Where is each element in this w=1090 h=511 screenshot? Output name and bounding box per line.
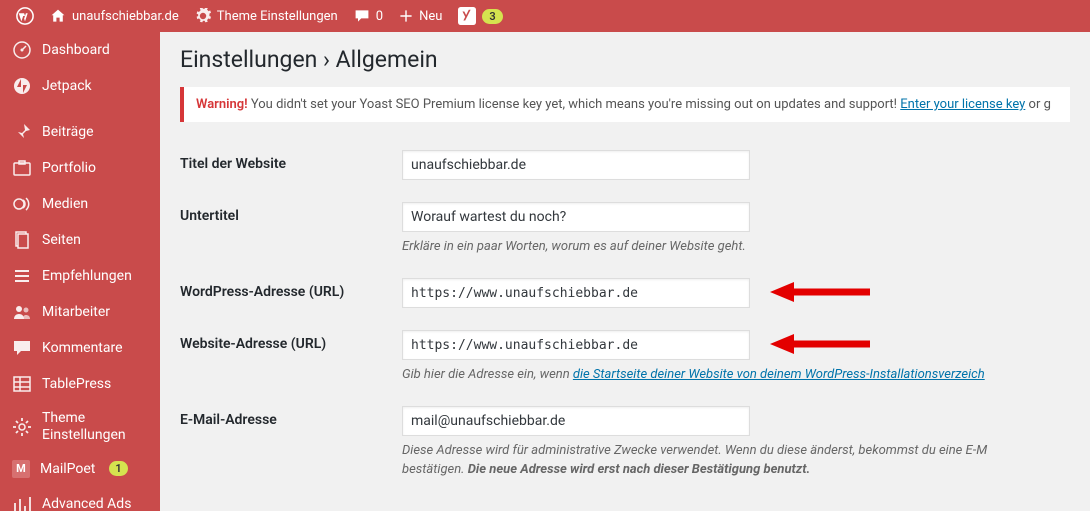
theme-settings-link[interactable]: Theme Einstellungen [187, 0, 346, 32]
comments-link[interactable]: 0 [346, 0, 391, 32]
sidebar-item-tablepress[interactable]: TablePress [0, 366, 160, 402]
sidebar-item-label: MailPoet [40, 461, 95, 477]
sidebar-item-label: Medien [42, 196, 88, 212]
table-icon [12, 374, 32, 394]
sidebar-item-label: Dashboard [42, 42, 110, 58]
site-url-label: Website-Adresse (URL) [180, 330, 402, 352]
arrow-annotation-icon [770, 281, 870, 303]
email-input[interactable] [402, 406, 750, 436]
page-icon [12, 230, 32, 250]
mailpoet-icon: M [12, 460, 30, 478]
sidebar-item-label: Jetpack [42, 78, 92, 94]
comments-icon [12, 338, 32, 358]
field-row-tagline: Untertitel Erkläre in ein paar Worten, w… [180, 202, 1070, 256]
sidebar-item-pages[interactable]: Seiten [0, 222, 160, 258]
warning-notice: Warning! You didn't set your Yoast SEO P… [180, 87, 1070, 122]
field-row-site-url: Website-Adresse (URL) Gib hier die Adres… [180, 330, 1070, 384]
users-icon [12, 302, 32, 322]
sidebar-item-label: Mitarbeiter [42, 304, 110, 320]
chart-icon [12, 494, 32, 511]
list-icon [12, 266, 32, 286]
home-icon [50, 8, 66, 24]
email-description: Diese Adresse wird für administrative Zw… [402, 442, 1070, 478]
admin-sidebar: Dashboard Jetpack Beiträge Portfolio Med… [0, 32, 160, 511]
sidebar-item-dashboard[interactable]: Dashboard [0, 32, 160, 68]
gear-icon [195, 8, 211, 24]
sidebar-item-label: Advanced Ads [42, 496, 131, 511]
wp-logo-menu[interactable] [8, 0, 42, 32]
yoast-icon [458, 7, 476, 25]
jetpack-icon [12, 76, 32, 96]
sidebar-item-portfolio[interactable]: Portfolio [0, 150, 160, 186]
site-title-input[interactable] [402, 150, 750, 180]
pin-icon [12, 122, 32, 142]
tagline-label: Untertitel [180, 202, 402, 224]
gear-icon [12, 417, 32, 437]
sidebar-item-theme-settings[interactable]: Theme Einstellungen [0, 402, 160, 452]
comments-count: 0 [376, 9, 383, 24]
wp-url-label: WordPress-Adresse (URL) [180, 278, 402, 300]
new-content-link[interactable]: Neu [391, 0, 450, 32]
sidebar-item-posts[interactable]: Beiträge [0, 114, 160, 150]
sidebar-item-advanced-ads[interactable]: Advanced Ads [0, 486, 160, 511]
dashboard-icon [12, 40, 32, 60]
page-title: Einstellungen › Allgemein [180, 46, 1070, 73]
new-label: Neu [419, 9, 442, 24]
site-url-help-link[interactable]: die Startseite deiner Website von deinem… [573, 367, 985, 382]
mailpoet-badge: 1 [109, 461, 127, 476]
warning-tail: or g [1025, 97, 1051, 112]
license-key-link[interactable]: Enter your license key [900, 97, 1025, 112]
sidebar-item-recommendations[interactable]: Empfehlungen [0, 258, 160, 294]
site-url-description: Gib hier die Adresse ein, wenn die Start… [402, 366, 1070, 384]
portfolio-icon [12, 158, 32, 178]
site-title-label: Titel der Website [180, 150, 402, 172]
site-name-text: unaufschiebbar.de [72, 9, 179, 24]
sidebar-item-mailpoet[interactable]: M MailPoet 1 [0, 452, 160, 486]
site-url-input[interactable] [402, 330, 750, 360]
yoast-link[interactable]: 3 [450, 0, 510, 32]
tagline-description: Erkläre in ein paar Worten, worum es auf… [402, 238, 1070, 256]
sidebar-item-label: Theme Einstellungen [42, 410, 148, 444]
comment-icon [354, 8, 370, 24]
sidebar-item-label: Portfolio [42, 160, 96, 176]
sidebar-item-label: Empfehlungen [42, 268, 132, 284]
yoast-badge: 3 [482, 9, 502, 24]
sidebar-item-jetpack[interactable]: Jetpack [0, 68, 160, 104]
wordpress-icon [16, 7, 34, 25]
sidebar-item-media[interactable]: Medien [0, 186, 160, 222]
plus-icon [399, 9, 413, 23]
field-row-wp-url: WordPress-Adresse (URL) [180, 278, 1070, 308]
sidebar-item-users[interactable]: Mitarbeiter [0, 294, 160, 330]
content-area: Einstellungen › Allgemein Warning! You d… [160, 32, 1090, 511]
wp-url-input[interactable] [402, 278, 750, 308]
site-name-link[interactable]: unaufschiebbar.de [42, 0, 187, 32]
tagline-input[interactable] [402, 202, 750, 232]
arrow-annotation-icon [770, 333, 870, 355]
sidebar-item-label: Kommentare [42, 340, 123, 356]
field-row-email: E-Mail-Adresse Diese Adresse wird für ad… [180, 406, 1070, 478]
sidebar-item-label: TablePress [42, 376, 111, 392]
email-label: E-Mail-Adresse [180, 406, 402, 428]
admin-topbar: unaufschiebbar.de Theme Einstellungen 0 … [0, 0, 1090, 32]
field-row-site-title: Titel der Website [180, 150, 1070, 180]
warning-text: You didn't set your Yoast SEO Premium li… [248, 97, 901, 112]
theme-settings-label: Theme Einstellungen [217, 9, 338, 24]
sidebar-item-label: Beiträge [42, 124, 94, 140]
media-icon [12, 194, 32, 214]
sidebar-item-comments[interactable]: Kommentare [0, 330, 160, 366]
warning-bold: Warning! [196, 97, 248, 112]
sidebar-item-label: Seiten [42, 232, 81, 248]
